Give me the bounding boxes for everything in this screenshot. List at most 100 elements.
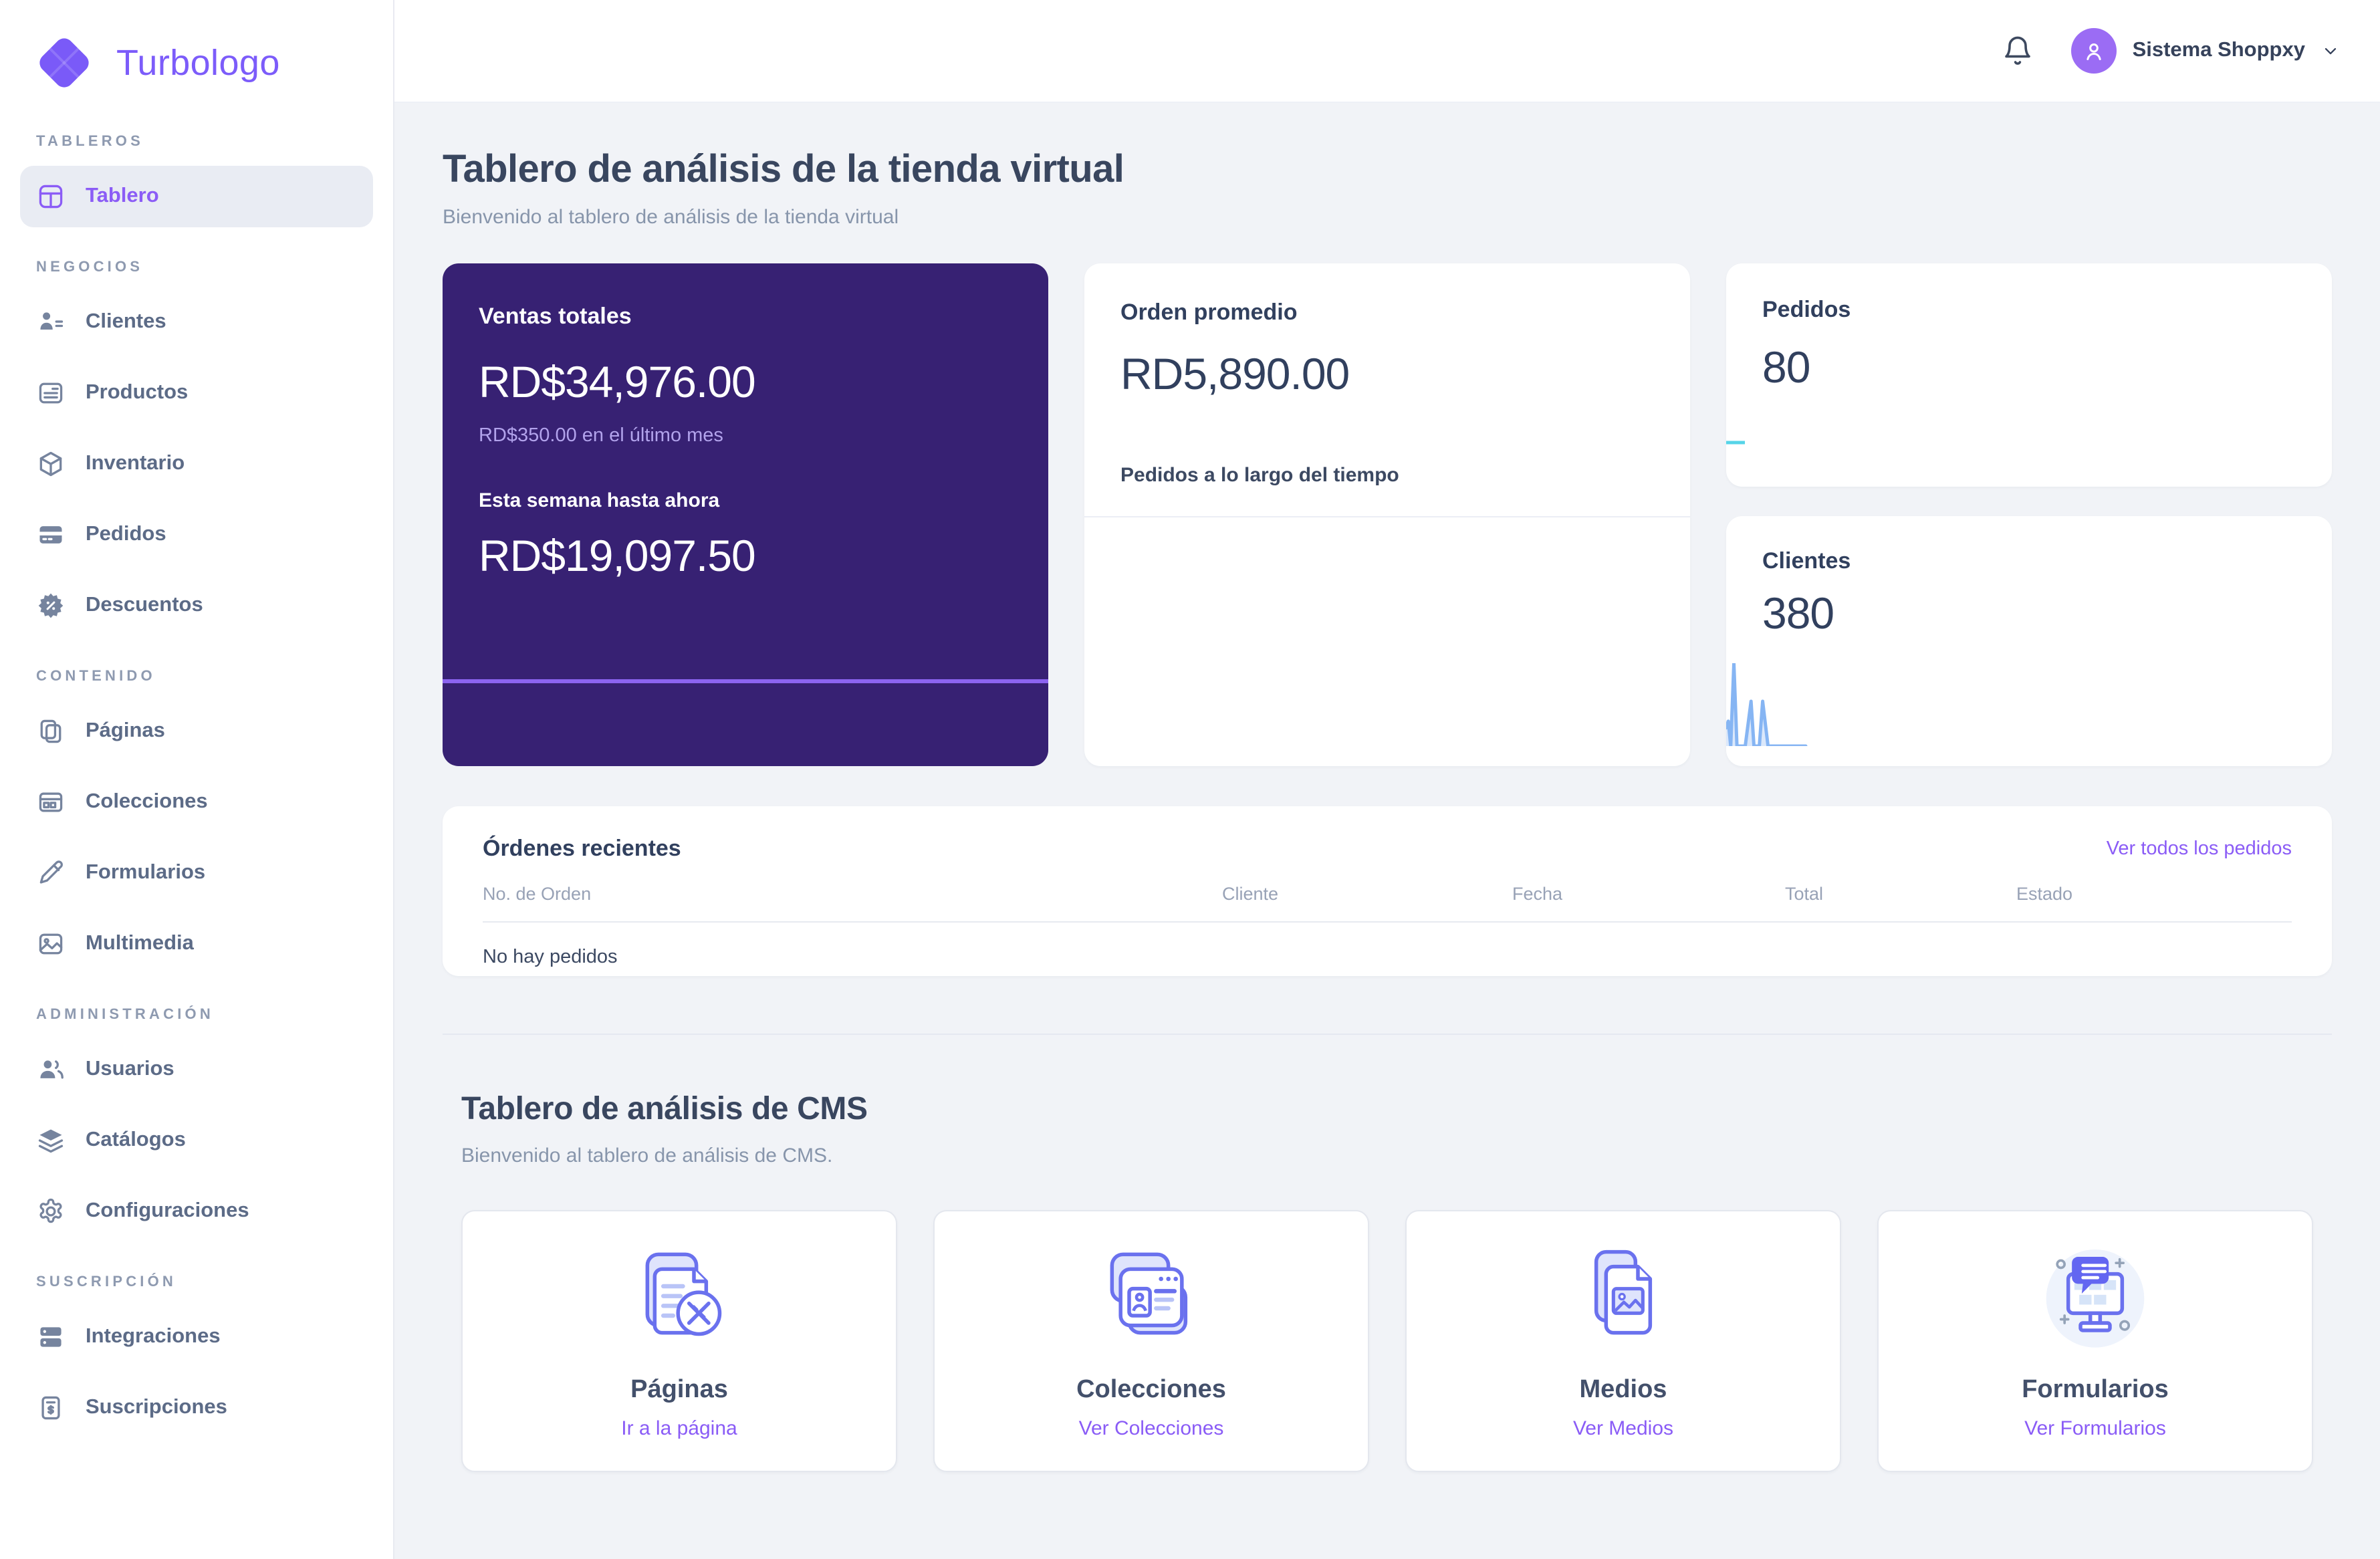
customers-count-card: Clientes 380 <box>1726 516 2332 766</box>
cms-collections-link[interactable]: Ver Colecciones <box>1079 1417 1224 1440</box>
section-divider <box>443 1034 2332 1035</box>
sidebar-item-label: Tablero <box>86 185 159 207</box>
sidebar-item-multimedia[interactable]: Multimedia <box>20 913 373 975</box>
week-sales-value: RD$19,097.50 <box>479 531 756 580</box>
collections-icon <box>39 792 63 812</box>
pages-icon <box>40 719 62 743</box>
sidebar-item-paginas[interactable]: Páginas <box>20 701 373 762</box>
sidebar-item-label: Colecciones <box>86 790 208 813</box>
sidebar-item-pedidos[interactable]: Pedidos <box>20 504 373 566</box>
cms-card-title: Páginas <box>630 1376 728 1404</box>
cms-forms-card: Formularios Ver Formularios <box>1877 1210 2313 1472</box>
column-client: Cliente <box>1222 884 1279 904</box>
sidebar-item-label: Suscripciones <box>86 1396 227 1419</box>
sidebar-item-label: Pedidos <box>86 523 166 546</box>
nav-section-negocios: NEGOCIOS <box>36 259 144 275</box>
cms-card-title: Formularios <box>2022 1376 2169 1404</box>
user-icon <box>2086 43 2101 60</box>
sidebar-item-integraciones[interactable]: Integraciones <box>20 1306 373 1368</box>
main-area: Sistema Shoppxy Tablero de análisis de l… <box>394 0 2380 1559</box>
sidebar-item-productos[interactable]: Productos <box>20 362 373 424</box>
page-title: Tablero de análisis de la tienda virtual <box>443 148 1124 191</box>
sales-trend-line <box>443 679 1048 683</box>
notifications-bell-icon[interactable] <box>2002 35 2034 67</box>
cms-media-icon <box>1594 1249 1653 1335</box>
nav-section-contenido: CONTENIDO <box>36 669 156 685</box>
cms-collections-icon <box>1110 1252 1188 1335</box>
sidebar-item-inventario[interactable]: Inventario <box>20 433 373 495</box>
nav-section-tableros: TABLEROS <box>36 134 144 150</box>
cms-media-card: Medios Ver Medios <box>1405 1210 1841 1472</box>
users-icon <box>40 1060 64 1079</box>
orders-sparkline <box>1726 433 1745 452</box>
orders-count-title: Pedidos <box>1762 297 1851 322</box>
average-order-title: Orden promedio <box>1120 299 1298 325</box>
brand-diamond-icon <box>35 34 93 92</box>
cms-forms-link[interactable]: Ver Formularios <box>2024 1417 2166 1440</box>
orders-count-value: 80 <box>1762 342 1810 392</box>
sidebar-item-label: Clientes <box>86 310 166 333</box>
column-total: Total <box>1785 884 1824 904</box>
cms-pages-link[interactable]: Ir a la página <box>621 1417 737 1440</box>
user-menu[interactable]: Sistema Shoppxy <box>2070 28 2340 74</box>
sidebar-item-label: Formularios <box>86 861 206 884</box>
recent-orders-card: Órdenes recientes Ver todos los pedidos … <box>443 806 2332 976</box>
sidebar-item-label: Inventario <box>86 452 185 475</box>
sidebar-item-catalogos[interactable]: Catálogos <box>20 1110 373 1171</box>
brand-name: Turbologo <box>116 42 280 82</box>
integrations-icon <box>40 1327 62 1347</box>
sidebar-item-label: Productos <box>86 381 189 404</box>
cms-card-title: Medios <box>1579 1376 1667 1404</box>
sidebar-item-configuraciones[interactable]: Configuraciones <box>20 1181 373 1242</box>
content-scroll-area[interactable]: Tablero de análisis de la tienda virtual… <box>394 103 2380 1559</box>
sidebar-item-label: Descuentos <box>86 594 203 616</box>
avatar <box>2070 28 2117 74</box>
subscriptions-icon <box>41 1396 60 1420</box>
customers-count-value: 380 <box>1762 588 1834 638</box>
sidebar-item-colecciones[interactable]: Colecciones <box>20 771 373 833</box>
clients-icon <box>40 312 64 330</box>
sidebar-item-usuarios[interactable]: Usuarios <box>20 1039 373 1100</box>
stats-row: Ventas totales RD$34,976.00 RD$350.00 en… <box>443 263 2332 766</box>
sidebar-item-label: Integraciones <box>86 1325 221 1348</box>
cms-subtitle: Bienvenido al tablero de análisis de CMS… <box>461 1145 833 1167</box>
sidebar-item-suscripciones[interactable]: Suscripciones <box>20 1377 373 1439</box>
discounts-icon <box>38 593 64 618</box>
top-header: Sistema Shoppxy <box>394 0 2380 103</box>
sidebar-item-tablero[interactable]: Tablero <box>20 166 373 227</box>
average-order-card: Orden promedio RD5,890.00 Pedidos a lo l… <box>1084 263 1690 766</box>
column-date: Fecha <box>1512 884 1563 904</box>
sidebar-item-formularios[interactable]: Formularios <box>20 842 373 904</box>
sidebar-item-descuentos[interactable]: Descuentos <box>20 575 373 636</box>
user-name: Sistema Shoppxy <box>2132 39 2305 62</box>
cms-pages-icon <box>645 1252 722 1336</box>
brand-logo[interactable]: Turbologo <box>20 24 373 112</box>
cms-media-link[interactable]: Ver Medios <box>1573 1417 1673 1440</box>
view-all-orders-link[interactable]: Ver todos los pedidos <box>2107 838 2292 860</box>
sidebar: Turbologo TABLEROS Tablero NEGOCIOS Clie… <box>0 0 394 1559</box>
total-sales-title: Ventas totales <box>479 304 632 329</box>
card-divider <box>1084 516 1690 517</box>
sidebar-item-label: Páginas <box>86 719 165 742</box>
customers-count-title: Clientes <box>1762 548 1851 574</box>
sidebar-item-clientes[interactable]: Clientes <box>20 291 373 353</box>
cms-collections-card: Colecciones Ver Colecciones <box>933 1210 1369 1472</box>
dashboard-icon <box>39 185 63 209</box>
customers-sparkline <box>1726 663 1809 746</box>
cms-title: Tablero de análisis de CMS <box>461 1091 868 1127</box>
recent-orders-title: Órdenes recientes <box>483 836 681 861</box>
average-order-value: RD5,890.00 <box>1120 349 1350 398</box>
sidebar-item-label: Catálogos <box>86 1128 186 1151</box>
sidebar-item-label: Configuraciones <box>86 1199 249 1222</box>
stats-right-column: Pedidos 80 Clientes 380 <box>1726 263 2332 766</box>
chevron-down-icon <box>2325 47 2337 55</box>
catalogs-icon <box>38 1129 64 1153</box>
products-icon <box>39 382 63 404</box>
column-order-number: No. de Orden <box>483 884 592 904</box>
settings-icon <box>39 1198 62 1223</box>
empty-orders-message: No hay pedidos <box>483 947 618 968</box>
forms-icon <box>39 860 63 884</box>
cms-card-title: Colecciones <box>1076 1376 1226 1404</box>
multimedia-icon <box>39 933 63 955</box>
sidebar-item-label: Multimedia <box>86 932 194 955</box>
